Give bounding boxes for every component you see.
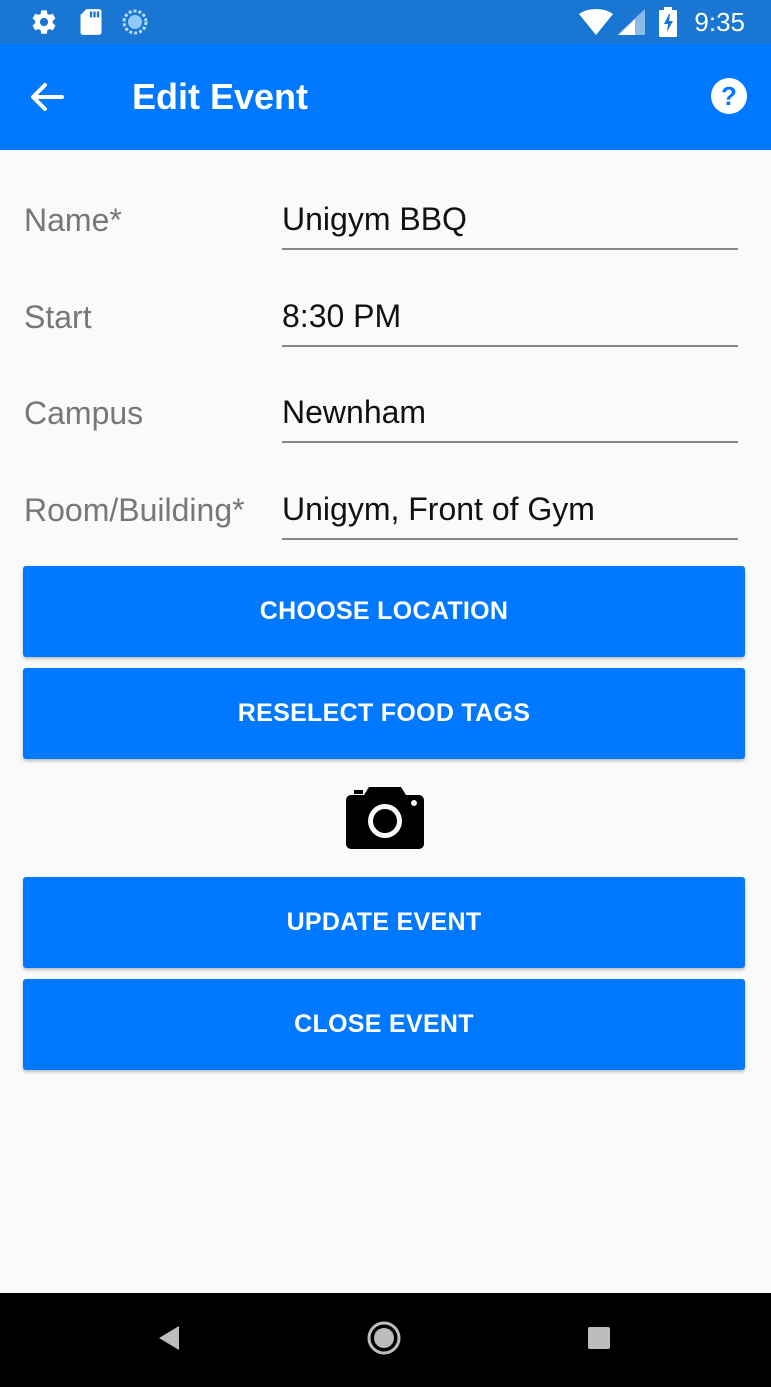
room-label: Room/Building*: [24, 491, 245, 528]
start-row: Start 8:30 PM: [0, 287, 771, 347]
nav-home-button[interactable]: [339, 1293, 429, 1387]
start-label: Start: [24, 298, 92, 335]
page-title: Edit Event: [132, 76, 309, 117]
status-bar: 9:35: [0, 0, 771, 44]
name-label: Name*: [24, 201, 122, 238]
sync-icon: [120, 0, 150, 44]
battery-icon: [658, 0, 678, 44]
nav-recents-button[interactable]: [554, 1293, 644, 1387]
name-field[interactable]: Unigym BBQ: [282, 190, 738, 250]
close-event-button[interactable]: CLOSE EVENT: [23, 979, 745, 1070]
back-triangle-icon: [157, 1325, 181, 1356]
camera-icon: [345, 783, 425, 854]
system-nav-bar: [0, 1293, 771, 1387]
start-time-field[interactable]: 8:30 PM: [282, 287, 738, 347]
name-row: Name* Unigym BBQ: [0, 190, 771, 250]
campus-label: Campus: [24, 394, 144, 431]
signal-icon: [616, 0, 646, 44]
status-time: 9:35: [694, 6, 745, 37]
room-building-field[interactable]: Unigym, Front of Gym: [282, 480, 738, 540]
camera-button[interactable]: [343, 784, 427, 852]
campus-field[interactable]: Newnham: [282, 383, 738, 443]
campus-row: Campus Newnham: [0, 383, 771, 443]
sd-card-icon: [78, 0, 104, 44]
help-circle-icon: ?: [710, 77, 748, 120]
arrow-left-icon: [30, 82, 64, 117]
screen: 9:35 Edit Event ? Name* Unigym BBQ Start…: [0, 0, 771, 1387]
svg-text:?: ?: [721, 81, 737, 111]
update-event-button[interactable]: UPDATE EVENT: [23, 877, 745, 968]
home-circle-icon: [366, 1320, 402, 1361]
wifi-icon: [578, 0, 614, 44]
nav-back-button[interactable]: [124, 1293, 214, 1387]
app-bar: Edit Event ?: [0, 44, 771, 150]
recents-square-icon: [587, 1326, 611, 1355]
back-button[interactable]: [20, 72, 74, 126]
settings-icon: [28, 0, 60, 44]
help-button[interactable]: ?: [709, 77, 749, 120]
reselect-food-tags-button[interactable]: RESELECT FOOD TAGS: [23, 668, 745, 759]
room-row: Room/Building* Unigym, Front of Gym: [0, 480, 771, 540]
choose-location-button[interactable]: CHOOSE LOCATION: [23, 566, 745, 657]
